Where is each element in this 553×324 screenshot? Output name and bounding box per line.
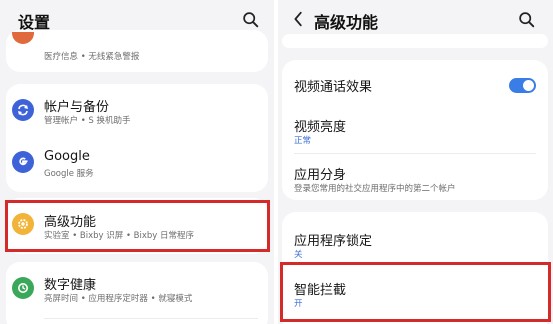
safety-icon [12, 32, 34, 44]
settings-panel: 设置 医疗信息 • 无线紧急警报 帐户与备份 管理帐户 • S 换机助手 Goo… [0, 0, 274, 324]
settings-card-safety: 医疗信息 • 无线紧急警报 [6, 30, 268, 72]
settings-item-google[interactable]: Google Google 服务 [6, 138, 268, 190]
advanced-card-top [282, 34, 548, 48]
setting-video-brightness[interactable]: 视频亮度 正常 [282, 106, 548, 152]
divider [44, 318, 258, 319]
settings-item-accounts[interactable]: 帐户与备份 管理帐户 • S 换机助手 [6, 84, 268, 136]
video-call-effects-toggle[interactable] [509, 78, 536, 93]
video-brightness-label: 视频亮度 [294, 120, 347, 135]
settings-item-accounts-subtitle: 管理帐户 • S 换机助手 [44, 116, 131, 126]
video-call-effects-label: 视频通话效果 [294, 80, 373, 95]
advanced-features-panel: 高级功能 视频通话效果 视频亮度 正常 应用分身 登录您常用的社交应用程序中的第… [278, 0, 553, 324]
settings-item-digital-wellbeing[interactable]: 数字健康 亮屏时间 • 应用程序定时器 • 就寝模式 [6, 262, 268, 316]
screenshot-composite: 设置 医疗信息 • 无线紧急警报 帐户与备份 管理帐户 • S 换机助手 Goo… [0, 0, 553, 324]
settings-card-wellbeing: 数字健康 亮屏时间 • 应用程序定时器 • 就寝模式 [6, 262, 268, 324]
settings-item-wellbeing-subtitle: 亮屏时间 • 应用程序定时器 • 就寝模式 [44, 294, 193, 304]
settings-item-safety[interactable]: 医疗信息 • 无线紧急警报 [6, 30, 268, 72]
setting-app-lock[interactable]: 应用程序锁定 关 [282, 212, 548, 262]
advanced-card-video: 视频通话效果 视频亮度 正常 应用分身 登录您常用的社交应用程序中的第二个帐户 [282, 60, 548, 200]
settings-item-accounts-label: 帐户与备份 [44, 100, 110, 115]
highlight-smart-intercept [280, 262, 551, 322]
search-icon[interactable] [242, 11, 259, 28]
sync-icon [12, 99, 34, 121]
search-icon[interactable] [518, 11, 535, 28]
setting-video-call-effects[interactable]: 视频通话效果 [282, 60, 548, 104]
app-lock-value: 关 [294, 250, 303, 260]
setting-dual-messenger[interactable]: 应用分身 登录您常用的社交应用程序中的第二个帐户 [282, 154, 548, 200]
toggle-knob [523, 80, 534, 91]
settings-item-google-label: Google [44, 149, 90, 164]
dual-messenger-label: 应用分身 [294, 168, 347, 183]
settings-item-safety-subtitle: 医疗信息 • 无线紧急警报 [44, 52, 140, 62]
highlight-advanced-features [5, 200, 270, 252]
dual-messenger-subtitle: 登录您常用的社交应用程序中的第二个帐户 [294, 184, 456, 194]
google-icon [12, 151, 34, 173]
video-brightness-value: 正常 [294, 136, 312, 146]
wellbeing-icon [12, 277, 34, 299]
back-arrow-icon[interactable] [290, 10, 308, 28]
app-lock-label: 应用程序锁定 [294, 234, 373, 249]
settings-item-google-subtitle: Google 服务 [44, 169, 94, 179]
settings-card-accounts: 帐户与备份 管理帐户 • S 换机助手 Google Google 服务 [6, 84, 268, 192]
page-title: 高级功能 [314, 13, 379, 32]
settings-item-wellbeing-label: 数字健康 [44, 278, 97, 293]
